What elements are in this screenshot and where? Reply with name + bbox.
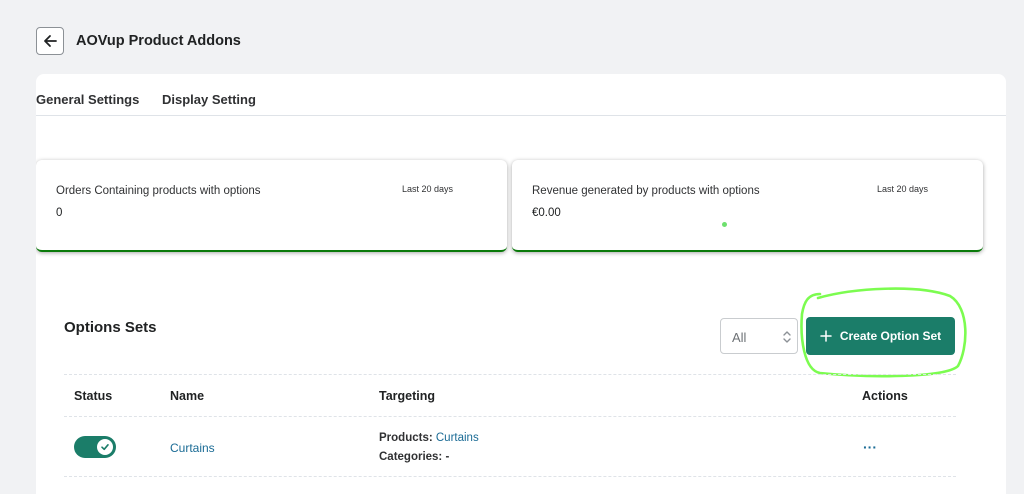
stat-card-revenue: Revenue generated by products with optio… — [512, 160, 983, 252]
check-icon — [101, 444, 109, 451]
select-caret-icon — [783, 331, 791, 343]
create-option-set-label: Create Option Set — [839, 329, 942, 343]
table-divider — [64, 416, 956, 417]
tab-display-setting[interactable]: Display Setting — [162, 92, 256, 107]
option-set-name-link[interactable]: Curtains — [170, 441, 215, 455]
chart-dot — [722, 222, 727, 227]
stat-label: Orders Containing products with options — [56, 185, 261, 197]
column-header-targeting: Targeting — [379, 389, 436, 403]
actions-menu-button[interactable]: ··· — [860, 437, 880, 457]
arrow-left-icon — [44, 35, 57, 47]
targeting-categories: Categories: - — [379, 451, 449, 463]
column-header-actions: Actions — [862, 389, 908, 403]
stat-label: Revenue generated by products with optio… — [532, 185, 760, 197]
filter-select[interactable]: All — [720, 318, 798, 354]
back-button[interactable] — [36, 27, 64, 55]
products-label: Products: — [379, 432, 433, 444]
plus-icon — [820, 330, 832, 342]
product-link[interactable]: Curtains — [436, 432, 479, 444]
categories-value: - — [445, 451, 450, 463]
status-toggle[interactable] — [74, 436, 116, 458]
main-panel: General Settings Display Setting Orders … — [36, 74, 1006, 494]
more-icon: ··· — [863, 439, 877, 455]
column-header-status: Status — [74, 389, 113, 403]
filter-value: All — [732, 330, 747, 345]
stat-value: €0.00 — [532, 207, 561, 219]
stat-card-orders: Orders Containing products with options … — [36, 160, 507, 252]
toggle-knob — [97, 439, 113, 455]
tab-bar: General Settings Display Setting — [36, 74, 1006, 116]
stat-period: Last 20 days — [402, 184, 454, 194]
tab-general-settings[interactable]: General Settings — [36, 92, 139, 107]
column-header-name: Name — [170, 389, 205, 403]
targeting-products: Products: Curtains — [379, 432, 479, 444]
table-divider — [64, 374, 956, 375]
page-title: AOVup Product Addons — [76, 33, 241, 49]
stat-value: 0 — [56, 207, 63, 219]
create-option-set-button[interactable]: Create Option Set — [806, 317, 955, 355]
table-divider — [64, 476, 956, 477]
stat-period: Last 20 days — [877, 184, 929, 194]
categories-label: Categories: — [379, 451, 443, 463]
section-title: Options Sets — [64, 319, 157, 336]
